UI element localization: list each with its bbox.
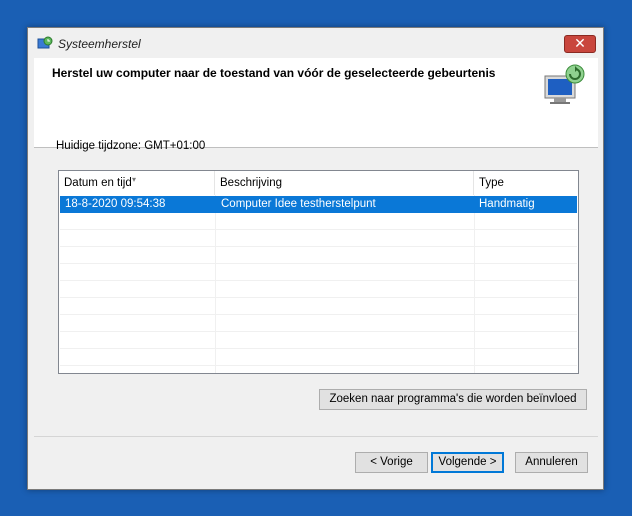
restore-points-list[interactable]: Datum en tijd ▾ Beschrijving Type 18-8-2…	[58, 170, 579, 374]
column-header-type[interactable]: Type	[474, 171, 578, 195]
column-header-description-label: Beschrijving	[220, 177, 282, 189]
empty-row	[60, 332, 577, 349]
restore-point-description: Computer Idee testherstelpunt	[221, 198, 376, 210]
empty-row	[60, 349, 577, 366]
scan-affected-programs-button[interactable]: Zoeken naar programma's die worden beïnv…	[319, 389, 587, 410]
restore-point-row[interactable]: 18-8-2020 09:54:38 Computer Idee testher…	[60, 196, 577, 213]
system-restore-monitor-icon	[544, 64, 585, 104]
empty-row	[60, 230, 577, 247]
empty-row	[60, 298, 577, 315]
cancel-button[interactable]: Annuleren	[515, 452, 588, 473]
system-restore-window: Systeemherstel ✕ Herstel uw computer naa…	[27, 27, 604, 490]
list-header: Datum en tijd ▾ Beschrijving Type	[59, 171, 578, 195]
column-header-date-label: Datum en tijd	[64, 177, 132, 189]
close-icon: ✕	[574, 35, 586, 51]
wizard-header: Herstel uw computer naar de toestand van…	[34, 58, 598, 148]
footer-separator	[34, 436, 598, 437]
empty-row	[60, 213, 577, 230]
empty-row	[60, 281, 577, 298]
timezone-label: Huidige tijdzone: GMT+01:00	[56, 140, 206, 152]
next-button[interactable]: Volgende >	[431, 452, 504, 473]
column-header-description[interactable]: Beschrijving	[215, 171, 474, 195]
restore-point-type: Handmatig	[479, 198, 535, 210]
empty-row	[60, 315, 577, 332]
back-button[interactable]: < Vorige	[355, 452, 428, 473]
column-header-date[interactable]: Datum en tijd ▾	[59, 171, 215, 195]
empty-row	[60, 264, 577, 281]
sort-descending-icon: ▾	[132, 175, 137, 184]
close-button[interactable]: ✕	[564, 35, 596, 53]
system-restore-icon	[37, 36, 53, 49]
empty-row	[60, 247, 577, 264]
column-header-type-label: Type	[479, 177, 504, 189]
page-heading: Herstel uw computer naar de toestand van…	[52, 66, 496, 80]
window-title: Systeemherstel	[58, 37, 141, 51]
title-bar[interactable]: Systeemherstel ✕	[28, 28, 603, 58]
restore-point-date: 18-8-2020 09:54:38	[65, 198, 166, 210]
